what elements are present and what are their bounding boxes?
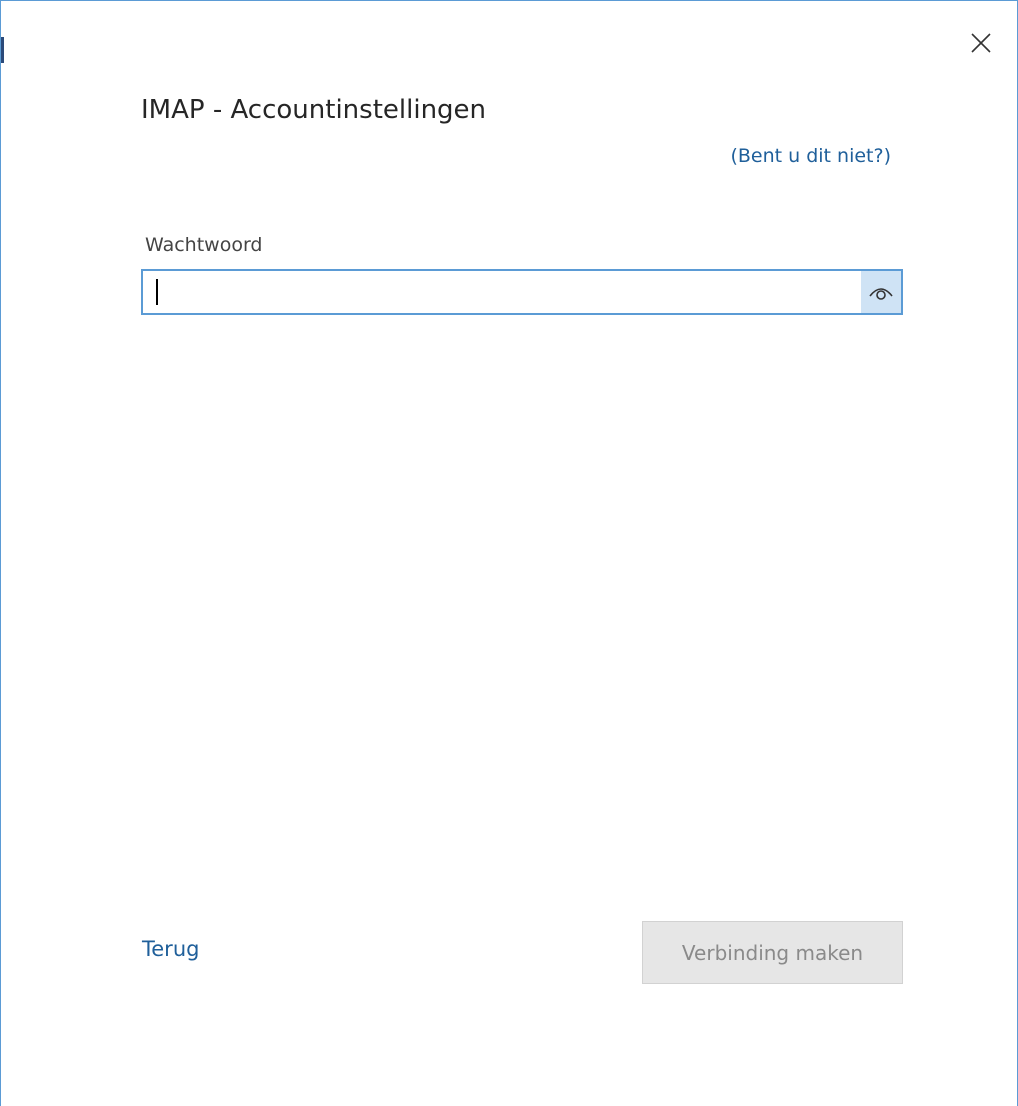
text-caret <box>156 279 158 305</box>
account-settings-dialog: IMAP - Accountinstellingen (Bent u dit n… <box>0 0 1018 1106</box>
connect-button[interactable]: Verbinding maken <box>642 921 903 984</box>
dialog-title: IMAP - Accountinstellingen <box>141 95 487 125</box>
reveal-password-button[interactable] <box>861 271 901 313</box>
window-accent-mark <box>1 37 4 63</box>
eye-icon <box>869 288 893 300</box>
password-field[interactable] <box>141 269 903 315</box>
password-label: Wachtwoord <box>145 234 263 256</box>
close-icon <box>971 33 991 53</box>
password-input[interactable] <box>143 271 861 313</box>
not-you-link[interactable]: (Bent u dit niet?) <box>730 145 891 167</box>
close-button[interactable] <box>965 27 997 59</box>
back-link[interactable]: Terug <box>142 937 199 961</box>
